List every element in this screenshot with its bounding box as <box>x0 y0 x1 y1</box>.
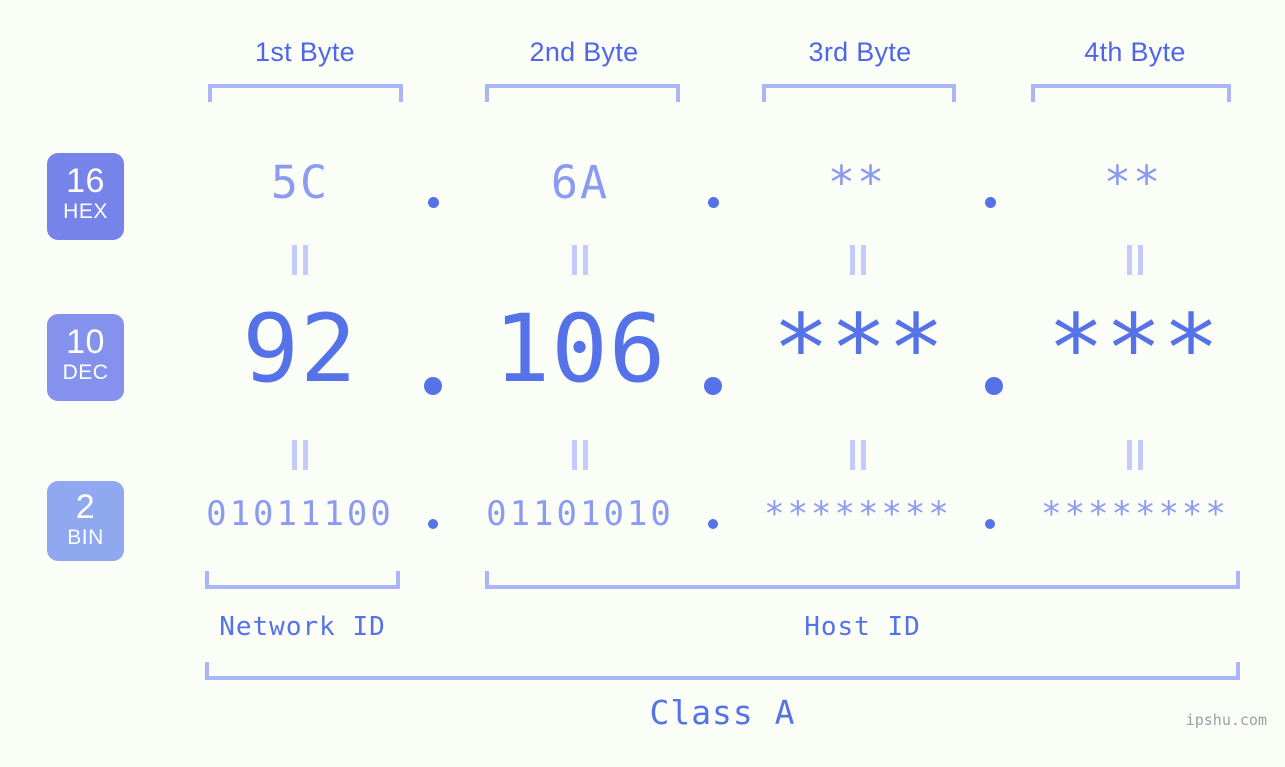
network-id-bracket <box>205 571 400 589</box>
base-badge-bin: 2 BIN <box>47 481 124 561</box>
equals-mark-hex-dec-2 <box>567 245 593 275</box>
base-badge-hex-radix: 16 <box>66 162 105 200</box>
class-bracket <box>205 662 1240 680</box>
base-badge-dec-radix: 10 <box>66 323 105 361</box>
watermark: ipshu.com <box>1185 711 1267 729</box>
dec-separator-dot-2 <box>704 377 722 395</box>
bin-separator-dot-1 <box>428 519 438 529</box>
class-label: Class A <box>649 693 796 732</box>
byte-header-label-4: 4th Byte <box>1084 37 1186 67</box>
hex-byte-3: ** <box>827 156 887 209</box>
byte-header-label-2: 2nd Byte <box>529 37 639 67</box>
hex-separator-dot-3 <box>985 197 996 208</box>
hex-separator-dot-1 <box>428 197 439 208</box>
equals-mark-hex-dec-4 <box>1122 245 1148 275</box>
dec-separator-dot-1 <box>424 377 442 395</box>
host-id-label: Host ID <box>804 612 921 642</box>
byte-header-label-1: 1st Byte <box>255 37 355 67</box>
bin-separator-dot-2 <box>708 519 718 529</box>
bin-byte-2: 01101010 <box>486 494 674 534</box>
byte-bracket-top-1 <box>208 84 403 102</box>
host-id-bracket <box>485 571 1240 589</box>
base-badge-bin-radix: 2 <box>75 488 96 526</box>
base-badge-dec: 10 DEC <box>47 314 124 401</box>
hex-byte-4: ** <box>1103 156 1163 209</box>
base-badge-hex: 16 HEX <box>47 153 124 240</box>
hex-separator-dot-2 <box>708 197 719 208</box>
dec-byte-2: 106 <box>493 295 667 404</box>
base-badge-dec-abbr: DEC <box>62 361 109 384</box>
equals-mark-hex-dec-1 <box>287 245 313 275</box>
dec-separator-dot-3 <box>985 377 1003 395</box>
ip-address-breakdown-diagram: 1st Byte 2nd Byte 3rd Byte 4th Byte 16 H… <box>0 0 1285 767</box>
equals-mark-dec-bin-3 <box>845 440 871 470</box>
base-badge-bin-abbr: BIN <box>67 526 104 549</box>
network-id-label: Network ID <box>219 612 386 642</box>
base-badge-hex-abbr: HEX <box>63 200 108 223</box>
bin-byte-4: ******** <box>1041 494 1229 534</box>
byte-bracket-top-2 <box>485 84 680 102</box>
byte-bracket-top-4 <box>1031 84 1231 102</box>
byte-bracket-top-3 <box>762 84 956 102</box>
bin-separator-dot-3 <box>985 519 995 529</box>
byte-header-label-3: 3rd Byte <box>808 37 912 67</box>
dec-byte-3: *** <box>772 295 946 404</box>
hex-byte-1: 5C <box>270 156 330 209</box>
bin-byte-1: 01011100 <box>206 494 394 534</box>
dec-byte-1: 92 <box>242 295 358 404</box>
dec-byte-4: *** <box>1047 295 1221 404</box>
hex-byte-2: 6A <box>550 156 610 209</box>
bin-byte-3: ******** <box>764 494 952 534</box>
equals-mark-dec-bin-1 <box>287 440 313 470</box>
equals-mark-dec-bin-2 <box>567 440 593 470</box>
equals-mark-hex-dec-3 <box>845 245 871 275</box>
equals-mark-dec-bin-4 <box>1122 440 1148 470</box>
